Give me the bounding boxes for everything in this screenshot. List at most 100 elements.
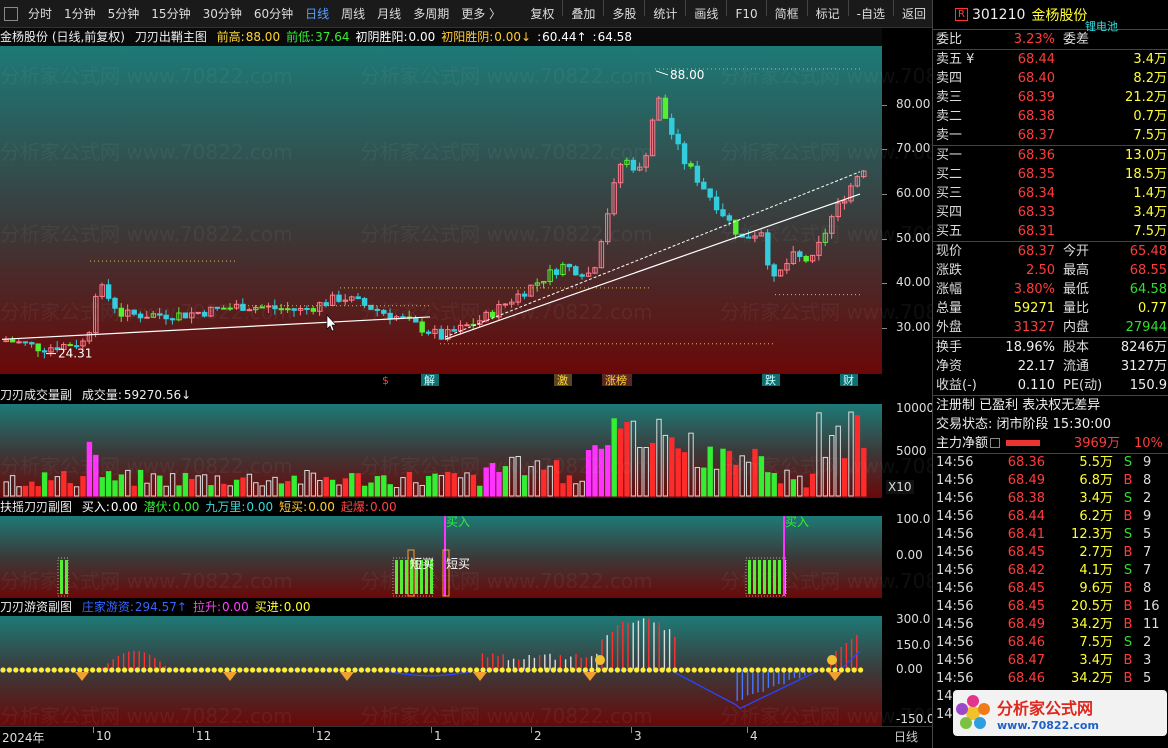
signal-bar [400, 560, 403, 594]
bid-volume: 13.0万 [1125, 148, 1167, 163]
sub3-chart[interactable] [0, 616, 882, 726]
volume-indicator-name[interactable]: 刀刃成交量副 [0, 388, 72, 402]
event-marker: 激 [557, 373, 568, 386]
ask-volume: 3.4万 [1133, 52, 1167, 67]
bid-row[interactable]: 买四 68.33 3.4万 [933, 203, 1168, 222]
sub3-tick: 150.0 [896, 638, 931, 652]
tick-time: 14:56 [936, 599, 974, 614]
indicator-value: 0.00 [408, 30, 436, 44]
tick-side: S [1123, 635, 1133, 650]
tick-count: 8 [1143, 581, 1152, 596]
date-tick [747, 727, 748, 733]
zero-dot [294, 667, 300, 673]
toolbar-actions: 复权 叠加 多股 统计 画线 F10 简框 标记 -自选 返回 [524, 0, 932, 28]
period-tab[interactable]: 日线 [299, 0, 335, 28]
sector-tag[interactable]: 锂电池 [1085, 18, 1118, 34]
toolbar-button[interactable]: 多股 [606, 0, 642, 28]
toolbar-button[interactable]: F10 [729, 0, 763, 28]
bid-row[interactable]: 买五 68.31 7.5万 [933, 222, 1168, 241]
ask-row[interactable]: 卖五 ¥ 68.44 3.4万 [933, 50, 1168, 69]
period-tab[interactable]: 更多 〉 [455, 0, 507, 28]
indicator-label: 九万里: [205, 500, 246, 514]
menu-icon[interactable] [990, 438, 1001, 448]
toolbar-button[interactable]: -自选 [851, 0, 891, 28]
candle-body [451, 329, 457, 332]
candlestick-chart[interactable]: 88.00 24.31 $ 解 激 涨榜 跌 财 [0, 46, 882, 386]
stat-value: 0.110 [1017, 378, 1055, 393]
period-tab[interactable]: 多周期 [407, 0, 455, 28]
indicator-label: 买入: [81, 500, 110, 514]
toolbar-button[interactable]: 返回 [896, 0, 932, 28]
period-tab[interactable]: 周线 [335, 0, 371, 28]
stat-row: 总量 59271 量比 0.77 [933, 299, 1168, 318]
bid-row[interactable]: 买一 68.36 13.0万 [933, 146, 1168, 165]
zero-dot [819, 667, 825, 673]
tick-volume: 2.7万 [1079, 545, 1113, 560]
sub3-axis: 300.0 150.0 0.00 -150.0 [882, 612, 935, 726]
sub2-chart[interactable]: 买入短买 短买 买入 [0, 516, 882, 598]
zero-dot [717, 667, 723, 673]
volume-bar [387, 484, 393, 497]
zero-dot [339, 667, 345, 673]
period-tab[interactable]: 月线 [371, 0, 407, 28]
bid-spacer [1055, 203, 1101, 222]
toolbar-button[interactable]: 标记 [810, 0, 846, 28]
candle-body [157, 313, 163, 316]
period-tab[interactable]: 60分钟 [248, 0, 299, 28]
signal-bar [768, 560, 771, 594]
volume-bar [233, 479, 240, 497]
sub3-indicator-name[interactable]: 刀刃游资副图 [0, 600, 72, 614]
sub3-tick: 300.0 [896, 612, 931, 626]
volume-bar [323, 477, 329, 497]
stat-label: 涨幅 [936, 282, 963, 297]
zero-dot [32, 667, 38, 673]
tick-side: B [1123, 599, 1133, 614]
ask-row[interactable]: 卖二 68.38 0.7万 [933, 107, 1168, 126]
stat-label: 收益(-) [936, 378, 977, 393]
toolbar-button[interactable]: 简框 [769, 0, 805, 28]
event-marker: $ [382, 374, 389, 386]
tick-price: 68.46 [1007, 671, 1045, 686]
zero-dot [512, 667, 518, 673]
ask-row[interactable]: 卖一 68.37 7.5万 [933, 126, 1168, 145]
zero-dot [397, 667, 403, 673]
candle-body [195, 311, 201, 314]
volume-bar [355, 473, 361, 497]
toolbar-icon[interactable] [4, 6, 18, 21]
tick-count: 5 [1143, 527, 1152, 542]
ask-row[interactable]: 卖三 68.39 21.2万 [933, 88, 1168, 107]
zero-dot [186, 667, 192, 673]
toolbar-button[interactable]: 画线 [688, 0, 724, 28]
zero-dot [282, 667, 288, 673]
period-tab[interactable]: 分时 [22, 0, 58, 28]
volume-bar [841, 458, 848, 497]
date-label: 2024年 [2, 731, 45, 745]
zero-dot [26, 667, 32, 673]
sub2-indicator-name[interactable]: 扶摇刀刃副图 [0, 500, 72, 514]
signal-bar [753, 560, 756, 594]
candle-body [438, 328, 445, 340]
zero-dot [58, 667, 64, 673]
ask-row[interactable]: 卖四 68.40 8.2万 [933, 69, 1168, 88]
tick-volume: 3.4万 [1079, 653, 1113, 668]
flower-icon [956, 695, 990, 729]
period-tab[interactable]: 30分钟 [197, 0, 248, 28]
r-badge: R [955, 8, 968, 21]
tick-count: 2 [1143, 491, 1152, 506]
period-tab[interactable]: 5分钟 [102, 0, 146, 28]
candle-body [374, 308, 381, 311]
toolbar-button[interactable]: 统计 [647, 0, 683, 28]
volume-bar [720, 448, 726, 497]
toolbar-button[interactable]: 叠加 [565, 0, 601, 28]
period-tab[interactable]: 1分钟 [58, 0, 102, 28]
volume-chart[interactable] [0, 404, 882, 498]
zero-dot [262, 667, 268, 673]
tick-side: S [1123, 491, 1133, 506]
main-indicator-name[interactable]: 刀刃出鞘主图 [135, 30, 207, 44]
date-tick [531, 727, 532, 733]
tick-list[interactable]: 14:56 68.36 5.5万 S 9 14:56 68.49 6.8万 B 8 14:56 68.… [933, 454, 1168, 724]
toolbar-button[interactable]: 复权 [524, 0, 560, 28]
period-tab[interactable]: 15分钟 [145, 0, 196, 28]
bid-row[interactable]: 买三 68.34 1.4万 [933, 184, 1168, 203]
bid-row[interactable]: 买二 68.35 18.5万 [933, 165, 1168, 184]
